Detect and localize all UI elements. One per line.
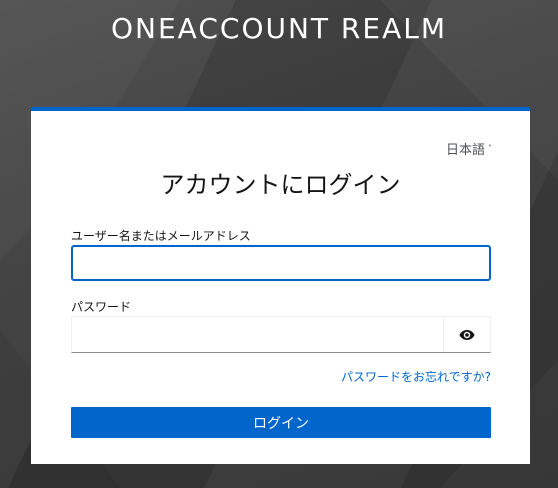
language-label: 日本語: [445, 143, 485, 158]
password-label: パスワード: [71, 300, 132, 314]
login-button[interactable]: ログイン: [71, 407, 491, 438]
eye-icon: [459, 329, 475, 340]
password-input[interactable]: [72, 317, 443, 352]
show-password-button[interactable]: [443, 317, 490, 352]
page-title: アカウントにログイン: [160, 171, 401, 199]
language-selector[interactable]: 日本語 ˅: [446, 139, 492, 158]
username-label: ユーザー名またはメールアドレス: [71, 229, 251, 243]
password-field-group: [71, 316, 491, 353]
realm-title: ONEACCOUNT REALM: [111, 12, 447, 45]
chevron-down-icon: ˅: [488, 144, 492, 153]
username-input[interactable]: [71, 245, 491, 281]
login-card: 日本語 ˅ アカウントにログイン ユーザー名またはメールアドレス パスワード パ…: [31, 107, 530, 464]
forgot-password-link[interactable]: パスワードをお忘れですか?: [341, 368, 491, 385]
